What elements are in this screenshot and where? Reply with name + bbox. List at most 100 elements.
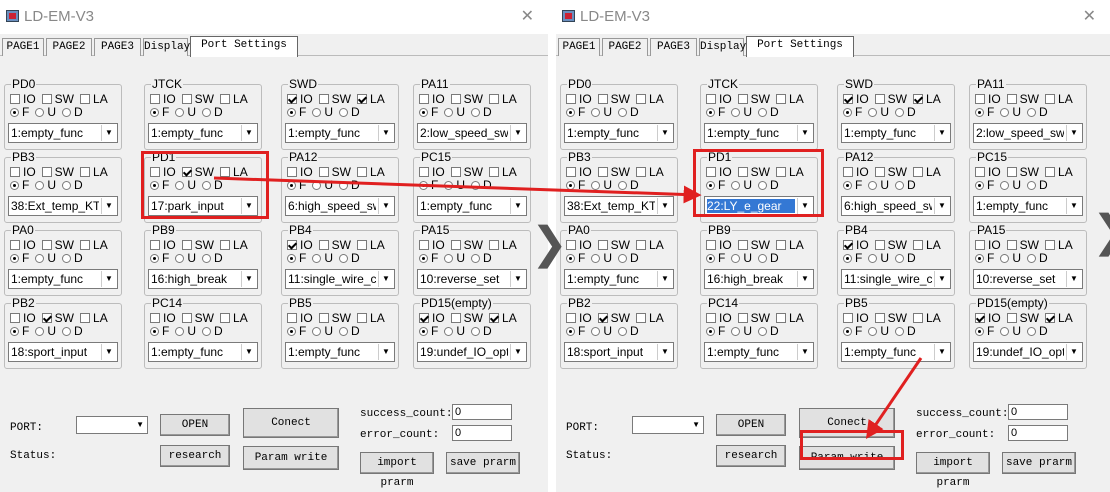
radio-d[interactable]: [758, 327, 768, 336]
function-select[interactable]: 19:undef_IO_opt ▼: [973, 342, 1083, 362]
dropdown-arrow-icon[interactable]: ▼: [241, 344, 256, 360]
radio-f[interactable]: [843, 181, 852, 190]
checkbox-la[interactable]: [220, 240, 231, 250]
checkbox-la[interactable]: [913, 313, 924, 323]
radio-d[interactable]: [1027, 108, 1037, 117]
function-select[interactable]: 18:sport_input ▼: [8, 342, 118, 362]
dropdown-arrow-icon[interactable]: ▼: [378, 198, 393, 214]
checkbox-sw[interactable]: [181, 240, 192, 250]
radio-u[interactable]: [35, 108, 45, 117]
checkbox-la[interactable]: [489, 240, 500, 250]
checkbox-io[interactable]: [843, 313, 853, 323]
radio-u[interactable]: [731, 254, 741, 263]
radio-d[interactable]: [618, 108, 628, 117]
radio-d[interactable]: [1027, 254, 1037, 263]
checkbox-sw[interactable]: [597, 313, 608, 323]
checkbox-la[interactable]: [913, 94, 924, 104]
save-param-button[interactable]: save prarm: [1002, 452, 1076, 474]
checkbox-sw[interactable]: [318, 94, 329, 104]
radio-u[interactable]: [312, 327, 322, 336]
import-param-button[interactable]: import prarm: [360, 452, 434, 489]
radio-u[interactable]: [312, 254, 322, 263]
radio-u[interactable]: [591, 108, 601, 117]
checkbox-io[interactable]: [975, 167, 985, 177]
radio-d[interactable]: [62, 254, 72, 263]
checkbox-io[interactable]: [843, 240, 853, 250]
radio-u[interactable]: [731, 108, 741, 117]
radio-f[interactable]: [419, 108, 428, 117]
radio-u[interactable]: [868, 327, 878, 336]
param-write-button[interactable]: Param write: [243, 446, 339, 470]
checkbox-la[interactable]: [357, 240, 368, 250]
function-select[interactable]: 18:sport_input ▼: [564, 342, 674, 362]
radio-d[interactable]: [618, 181, 628, 190]
function-select[interactable]: 1:empty_func ▼: [285, 123, 395, 143]
checkbox-sw[interactable]: [41, 167, 52, 177]
function-select[interactable]: 1:empty_func ▼: [8, 123, 118, 143]
checkbox-sw[interactable]: [41, 313, 52, 323]
checkbox-sw[interactable]: [737, 313, 748, 323]
radio-f[interactable]: [419, 181, 428, 190]
function-select[interactable]: 1:empty_func ▼: [704, 342, 814, 362]
radio-d[interactable]: [1027, 327, 1037, 336]
radio-d[interactable]: [618, 327, 628, 336]
checkbox-la[interactable]: [913, 240, 924, 250]
checkbox-io[interactable]: [150, 240, 160, 250]
radio-f[interactable]: [419, 327, 428, 336]
function-select[interactable]: 11:single_wire_cc ▼: [285, 269, 395, 289]
radio-f[interactable]: [150, 108, 159, 117]
checkbox-sw[interactable]: [874, 240, 885, 250]
open-button[interactable]: OPEN: [716, 414, 786, 436]
radio-d[interactable]: [471, 327, 481, 336]
function-select[interactable]: 2:low_speed_swi ▼: [973, 123, 1083, 143]
dropdown-arrow-icon[interactable]: ▼: [510, 198, 525, 214]
dropdown-arrow-icon[interactable]: ▼: [797, 125, 812, 141]
tab-display[interactable]: Display: [143, 38, 190, 56]
function-select[interactable]: 1:empty_func ▼: [148, 342, 258, 362]
chevron-right-icon[interactable]: ❯: [1092, 210, 1110, 254]
checkbox-sw[interactable]: [874, 167, 885, 177]
tab-page1[interactable]: PAGE1: [558, 38, 600, 56]
dropdown-arrow-icon[interactable]: ▼: [934, 198, 949, 214]
checkbox-la[interactable]: [636, 240, 647, 250]
dropdown-arrow-icon[interactable]: ▼: [241, 125, 256, 141]
checkbox-la[interactable]: [80, 167, 91, 177]
close-icon[interactable]: ✕: [521, 6, 534, 26]
radio-f[interactable]: [287, 181, 296, 190]
checkbox-sw[interactable]: [41, 94, 52, 104]
function-select[interactable]: 1:empty_func ▼: [973, 196, 1083, 216]
radio-u[interactable]: [1000, 254, 1010, 263]
radio-u[interactable]: [591, 327, 601, 336]
function-select[interactable]: 1:empty_func ▼: [417, 196, 527, 216]
checkbox-sw[interactable]: [318, 313, 329, 323]
checkbox-io[interactable]: [287, 240, 297, 250]
connect-button[interactable]: Conect: [243, 408, 339, 438]
tab-page2[interactable]: PAGE2: [602, 38, 648, 56]
checkbox-la[interactable]: [776, 313, 787, 323]
function-select[interactable]: 1:empty_func ▼: [841, 342, 951, 362]
radio-f[interactable]: [10, 181, 19, 190]
radio-f[interactable]: [10, 327, 19, 336]
checkbox-sw[interactable]: [597, 240, 608, 250]
radio-d[interactable]: [758, 108, 768, 117]
dropdown-arrow-icon[interactable]: ▼: [934, 271, 949, 287]
radio-u[interactable]: [312, 181, 322, 190]
dropdown-arrow-icon[interactable]: ▼: [101, 344, 116, 360]
function-select[interactable]: 38:Ext_temp_KT ▼: [8, 196, 118, 216]
checkbox-io[interactable]: [419, 94, 429, 104]
dropdown-arrow-icon[interactable]: ▼: [657, 198, 672, 214]
dropdown-arrow-icon[interactable]: ▼: [378, 271, 393, 287]
radio-u[interactable]: [444, 181, 454, 190]
tab-page3[interactable]: PAGE3: [94, 38, 141, 56]
radio-d[interactable]: [1027, 181, 1037, 190]
checkbox-io[interactable]: [566, 94, 576, 104]
checkbox-sw[interactable]: [1006, 313, 1017, 323]
checkbox-sw[interactable]: [450, 240, 461, 250]
dropdown-arrow-icon[interactable]: ▼: [657, 271, 672, 287]
function-select[interactable]: 1:empty_func ▼: [704, 123, 814, 143]
checkbox-io[interactable]: [150, 94, 160, 104]
dropdown-arrow-icon[interactable]: ▼: [101, 198, 116, 214]
dropdown-arrow-icon[interactable]: ▼: [797, 271, 812, 287]
radio-d[interactable]: [339, 181, 349, 190]
function-select[interactable]: 19:undef_IO_opt ▼: [417, 342, 527, 362]
